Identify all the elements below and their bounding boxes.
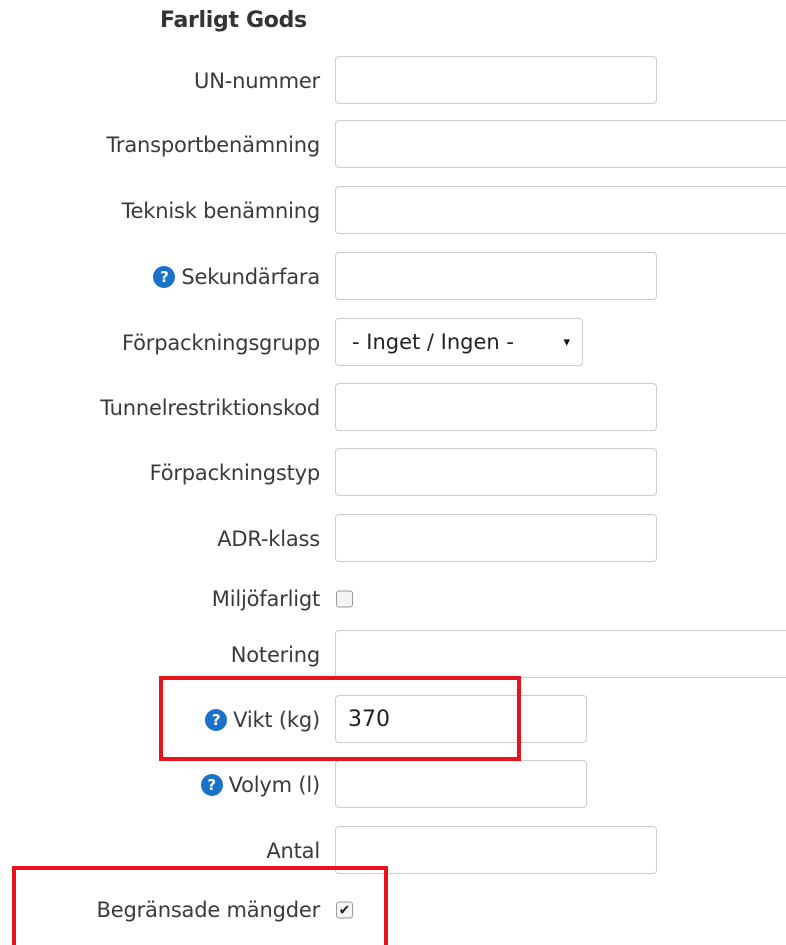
question-circle-icon[interactable]: ? [205,709,228,731]
transportbenamning-label: Transportbenämning [106,133,320,157]
question-circle-icon[interactable]: ? [153,266,176,288]
teknisk-benamning-input[interactable] [335,186,786,234]
row-volym: ? Volym (l) [0,760,786,810]
chevron-down-icon: ▾ [563,334,570,350]
dangerous-goods-form: Farligt Gods UN-nummer Transportbenämnin… [0,0,786,945]
adr-klass-label: ADR-klass [217,527,320,551]
row-begransade-mangder: Begränsade mängder ✔ [0,885,786,935]
row-forpackningstyp: Förpackningstyp [0,448,786,498]
forpackningstyp-label: Förpackningstyp [149,461,321,485]
begransade-mangder-checkbox[interactable]: ✔ [336,901,353,919]
transportbenamning-input[interactable] [335,120,786,168]
miljofarligt-label: Miljöfarligt [211,587,320,611]
section-title: Farligt Gods [160,8,307,33]
forpackningsgrupp-selected-value: - Inget / Ingen - [352,330,514,354]
sekundarfara-label: Sekundärfara [181,265,320,289]
row-tunnelrestriktionskod: Tunnelrestriktionskod [0,383,786,433]
notering-label: Notering [230,643,320,667]
tunnelrestriktionskod-input[interactable] [335,383,657,431]
notering-input[interactable] [335,630,786,678]
un-nummer-input[interactable] [335,56,657,104]
vikt-label-wrap: ? Vikt (kg) [205,708,320,732]
antal-input[interactable] [335,826,657,874]
row-sekundarfara: ? Sekundärfara [0,252,786,302]
row-vikt: ? Vikt (kg) 370 [0,695,786,745]
row-transportbenamning: Transportbenämning [0,120,786,170]
question-circle-icon[interactable]: ? [200,774,223,796]
forpackningstyp-input[interactable] [335,448,657,496]
row-notering: Notering [0,630,786,680]
sekundarfara-label-wrap: ? Sekundärfara [153,265,320,289]
row-miljofarligt: Miljöfarligt [0,574,786,624]
vikt-label: Vikt (kg) [233,708,320,732]
row-un-nummer: UN-nummer [0,56,786,106]
volym-label: Volym (l) [228,773,321,797]
sekundarfara-input[interactable] [335,252,657,300]
teknisk-benamning-label: Teknisk benämning [121,199,320,223]
miljofarligt-checkbox[interactable] [336,590,353,608]
begransade-mangder-label: Begränsade mängder [96,898,321,922]
row-teknisk-benamning: Teknisk benämning [0,186,786,236]
vikt-input[interactable]: 370 [335,695,587,743]
forpackningsgrupp-select[interactable]: - Inget / Ingen - ▾ [335,318,583,366]
antal-label: Antal [266,839,320,863]
row-adr-klass: ADR-klass [0,514,786,564]
forpackningsgrupp-label: Förpackningsgrupp [122,331,320,355]
adr-klass-input[interactable] [335,514,657,562]
volym-input[interactable] [335,760,587,808]
row-forpackningsgrupp: Förpackningsgrupp - Inget / Ingen - ▾ [0,318,786,368]
row-antal: Antal [0,826,786,876]
un-nummer-label: UN-nummer [194,69,320,93]
volym-label-wrap: ? Volym (l) [200,773,321,797]
tunnelrestriktionskod-label: Tunnelrestriktionskod [100,396,320,420]
